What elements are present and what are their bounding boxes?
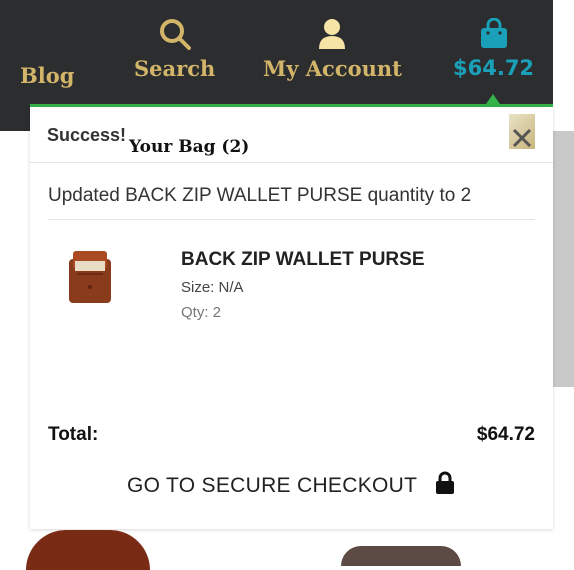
shopping-bag-icon <box>480 18 507 48</box>
nav-bag-total: $64.72 <box>453 56 535 80</box>
nav-account-label: My Account <box>263 56 402 81</box>
product-qty: Qty: 2 <box>181 304 222 321</box>
nav-bag[interactable]: $64.72 <box>453 18 534 80</box>
bag-caret <box>486 94 500 104</box>
checkout-label: GO TO SECURE CHECKOUT <box>127 474 417 497</box>
update-message: Updated BACK ZIP WALLET PURSE quantity t… <box>48 185 472 206</box>
product-image[interactable] <box>67 249 113 305</box>
product-image-partial <box>341 546 461 566</box>
close-button[interactable] <box>509 114 535 149</box>
total-label: Total: <box>48 424 99 445</box>
lock-icon <box>436 471 454 494</box>
page-background-strip <box>553 131 574 387</box>
nav-search[interactable]: Search <box>134 18 215 81</box>
checkout-button[interactable]: GO TO SECURE CHECKOUT <box>127 471 455 498</box>
bag-title: Your Bag (2) <box>129 137 250 157</box>
product-size: Size: N/A <box>181 279 244 296</box>
product-image-partial <box>26 530 150 570</box>
divider <box>48 219 535 220</box>
divider <box>30 162 553 163</box>
total-value: $64.72 <box>476 424 535 445</box>
search-icon <box>159 19 191 50</box>
nav-blog[interactable]: Blog <box>20 63 74 88</box>
product-name[interactable]: BACK ZIP WALLET PURSE <box>181 249 425 271</box>
success-heading: Success! <box>47 125 127 145</box>
close-icon <box>512 128 532 148</box>
nav-search-label: Search <box>134 56 216 81</box>
nav-account[interactable]: My Account <box>263 18 402 81</box>
user-icon <box>319 19 346 49</box>
bag-dropdown: Success! Your Bag (2) Updated BACK ZIP W… <box>30 107 553 529</box>
